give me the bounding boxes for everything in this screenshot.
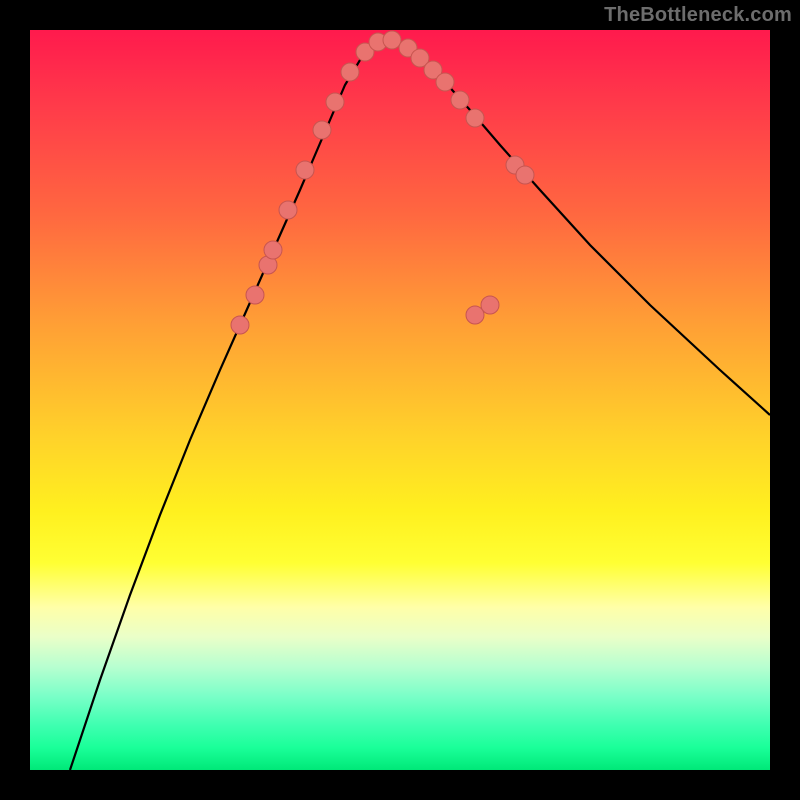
bottleneck-curve xyxy=(70,40,770,770)
data-point xyxy=(436,73,454,91)
data-point xyxy=(326,93,344,111)
data-point xyxy=(383,31,401,49)
data-point xyxy=(341,63,359,81)
chart-frame xyxy=(30,30,770,770)
bottleneck-chart xyxy=(30,30,770,770)
data-markers xyxy=(231,31,534,334)
data-point xyxy=(451,91,469,109)
data-point xyxy=(296,161,314,179)
data-point xyxy=(481,296,499,314)
data-point xyxy=(466,109,484,127)
data-point xyxy=(231,316,249,334)
data-point xyxy=(313,121,331,139)
data-point xyxy=(516,166,534,184)
data-point xyxy=(279,201,297,219)
data-point xyxy=(264,241,282,259)
watermark-text: TheBottleneck.com xyxy=(604,4,792,27)
data-point xyxy=(246,286,264,304)
